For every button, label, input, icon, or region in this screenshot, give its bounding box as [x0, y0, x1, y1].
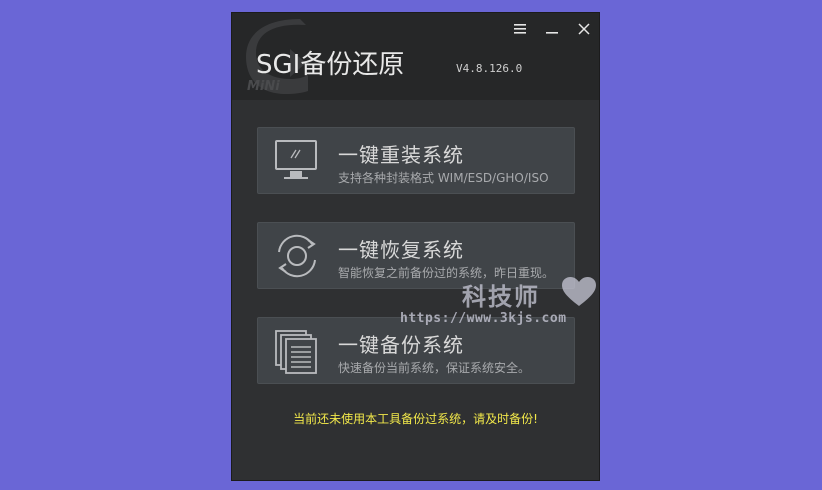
monitor-icon	[275, 140, 317, 179]
reinstall-system-button[interactable]: 一键重装系统 支持各种封装格式 WIM/ESD/GHO/ISO	[257, 127, 575, 194]
app-title: SGI备份还原	[256, 50, 405, 80]
card-title: 一键恢复系统	[338, 238, 464, 262]
restore-cycle-icon	[278, 234, 316, 278]
close-button[interactable]	[572, 19, 596, 39]
version-label: V4.8.126.0	[456, 62, 523, 75]
documents-stack-icon	[275, 330, 317, 374]
card-subtitle: 快速备份当前系统，保证系统安全。	[338, 361, 531, 375]
backup-system-button[interactable]: 一键备份系统 快速备份当前系统，保证系统安全。	[257, 317, 575, 384]
card-title: 一键备份系统	[338, 333, 464, 357]
menu-icon	[514, 24, 526, 34]
mini-label: MiNi	[247, 79, 280, 94]
card-title: 一键重装系统	[338, 143, 464, 167]
menu-button[interactable]	[508, 19, 532, 39]
title-bar[interactable]: SGI备份还原 MiNi V4.8.126.0	[232, 13, 599, 100]
close-icon	[578, 23, 590, 35]
card-subtitle: 智能恢复之前备份过的系统，昨日重现。	[338, 266, 555, 280]
app-window: SGI备份还原 MiNi V4.8.126.0 一键重装系统 支持各种封装格式 …	[231, 12, 600, 481]
restore-system-button[interactable]: 一键恢复系统 智能恢复之前备份过的系统，昨日重现。	[257, 222, 575, 289]
minimize-button[interactable]	[540, 19, 564, 39]
backup-warning-text: 当前还未使用本工具备份过系统，请及时备份!	[293, 412, 538, 426]
minimize-icon	[546, 32, 558, 34]
card-subtitle: 支持各种封装格式 WIM/ESD/GHO/ISO	[338, 171, 549, 185]
